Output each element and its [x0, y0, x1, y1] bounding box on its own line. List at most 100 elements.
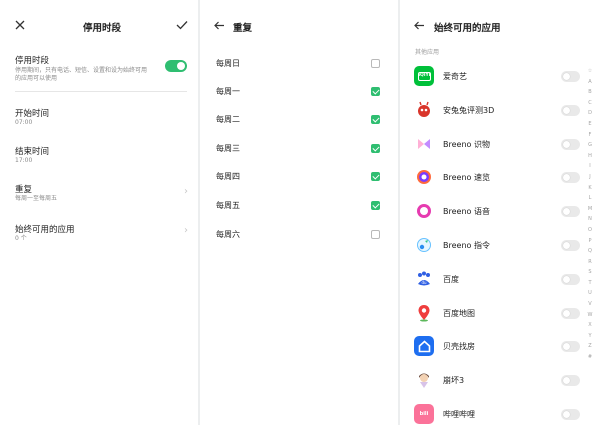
end-time-value: 17:00 — [15, 157, 33, 164]
check-icon[interactable] — [174, 17, 190, 33]
day-row[interactable]: 每周二 — [200, 113, 398, 127]
bilibili-icon: bili — [414, 404, 434, 424]
page-title: 始终可用的应用 — [434, 23, 501, 34]
app-row[interactable]: Breeno 识物 — [400, 134, 600, 158]
index-letter[interactable]: O — [586, 225, 594, 236]
app-toggle[interactable] — [561, 375, 580, 387]
repeat-row[interactable]: 重复 每周一至每周五 › — [0, 180, 198, 206]
app-name: Breeno 语音 — [443, 207, 490, 217]
schedule-panel: 停用时段 停用时段 停用期间，只有电话、短信、设置和设为始终可用 的应用可以使用… — [0, 0, 198, 425]
index-letter[interactable]: K — [586, 183, 594, 194]
day-checkbox[interactable] — [371, 115, 380, 124]
divider — [15, 91, 187, 92]
day-label: 每周二 — [216, 115, 240, 124]
day-row[interactable]: 每周日 — [200, 57, 398, 71]
index-letter[interactable]: R — [586, 257, 594, 268]
app-row[interactable]: du 百度 — [400, 269, 600, 293]
day-checkbox[interactable] — [371, 172, 380, 181]
app-toggle[interactable] — [561, 409, 580, 420]
day-label: 每周日 — [216, 59, 240, 68]
always-apps-row[interactable]: 始终可用的应用 0 个 › — [0, 220, 198, 246]
app-toggle[interactable] — [561, 307, 580, 319]
beike-icon — [414, 336, 434, 357]
app-row[interactable]: 崩坏3 — [400, 370, 600, 394]
always-apps-panel: 始终可用的应用 其他应用 iQIYI 爱奇艺 安兔兔评测3D Breeno 识物 Bre… — [400, 0, 600, 425]
index-letter[interactable]: F — [586, 130, 594, 141]
start-time-value: 07:00 — [15, 119, 33, 126]
index-letter[interactable]: G — [586, 140, 594, 151]
day-checkbox[interactable] — [371, 144, 380, 153]
app-name: 崩坏3 — [443, 376, 465, 386]
app-toggle[interactable] — [561, 104, 580, 116]
index-letter[interactable]: J — [586, 172, 594, 183]
day-row[interactable]: 每周六 — [200, 228, 398, 242]
index-letter[interactable]: H — [586, 151, 594, 162]
day-checkbox[interactable] — [371, 59, 380, 68]
index-letter[interactable]: V — [586, 299, 594, 310]
day-checkbox[interactable] — [371, 87, 380, 96]
day-row[interactable]: 每周一 — [200, 85, 398, 99]
index-letter[interactable]: B — [586, 87, 594, 98]
end-time-row[interactable]: 结束时间 17:00 — [0, 142, 198, 168]
index-letter[interactable]: A — [586, 77, 594, 88]
index-letter[interactable]: X — [586, 320, 594, 331]
app-row[interactable]: 百度地图 — [400, 303, 600, 327]
day-row[interactable]: 每周三 — [200, 142, 398, 156]
index-letter[interactable]: ☆ — [586, 66, 594, 77]
app-toggle[interactable] — [561, 341, 580, 353]
app-name: Breeno 识物 — [443, 139, 490, 149]
app-toggle[interactable] — [561, 172, 580, 184]
index-letter[interactable]: Q — [586, 246, 594, 257]
breeno-voice-icon — [414, 201, 434, 221]
index-letter[interactable]: E — [586, 119, 594, 130]
app-name: Breeno 指令 — [443, 241, 490, 250]
app-toggle[interactable] — [561, 206, 580, 218]
index-letter[interactable]: U — [586, 288, 594, 299]
app-row[interactable]: iQIYI 爱奇艺 — [400, 66, 600, 90]
page-title: 重复 — [233, 23, 253, 34]
index-letter[interactable]: D — [586, 108, 594, 119]
app-row[interactable]: 安兔兔评测3D — [400, 100, 600, 124]
app-row[interactable]: Breeno 指令 — [400, 235, 600, 259]
day-checkbox[interactable] — [371, 201, 380, 210]
index-letter[interactable]: I — [586, 161, 594, 172]
app-name: 爱奇艺 — [443, 72, 467, 81]
arrow-left-icon[interactable] — [411, 17, 427, 33]
app-row[interactable]: Breeno 语音 — [400, 201, 600, 225]
index-letter[interactable]: T — [586, 278, 594, 289]
day-checkbox[interactable] — [371, 230, 380, 239]
app-toggle[interactable] — [561, 71, 580, 82]
app-toggle[interactable] — [561, 240, 580, 251]
index-letter[interactable]: S — [586, 267, 594, 278]
schedule-toggle-row[interactable]: 停用时段 停用期间，只有电话、短信、设置和设为始终可用 的应用可以使用 — [0, 50, 198, 92]
app-name: 百度 — [443, 274, 459, 284]
app-row[interactable]: 贝壳找房 — [400, 336, 600, 360]
index-letter[interactable]: N — [586, 214, 594, 225]
index-letter[interactable]: Z — [586, 341, 594, 352]
breeno-glance-icon — [414, 167, 434, 187]
app-row[interactable]: Breeno 速览 — [400, 167, 600, 191]
index-letter[interactable]: W — [586, 310, 594, 321]
index-letter[interactable]: P — [586, 236, 594, 247]
app-row[interactable]: bili 哔哩哔哩 — [400, 404, 600, 425]
chevron-right-icon: › — [184, 186, 188, 197]
app-toggle[interactable] — [561, 273, 580, 285]
index-letter[interactable]: M — [586, 204, 594, 215]
app-toggle[interactable] — [561, 138, 580, 150]
close-icon[interactable] — [12, 17, 28, 33]
schedule-toggle-switch[interactable] — [165, 60, 187, 72]
index-letter[interactable]: Y — [586, 331, 594, 342]
app-name: 贝壳找房 — [443, 342, 475, 352]
day-label: 每周六 — [216, 230, 240, 239]
antutu-icon — [414, 100, 434, 120]
index-letter[interactable]: # — [586, 352, 594, 363]
alphabet-index[interactable]: ☆ A B C D E F G H I J K L M N O P Q R S T U V W X Y Z # — [586, 66, 594, 363]
day-row[interactable]: 每周五 — [200, 199, 398, 213]
day-label: 每周一 — [216, 87, 240, 96]
start-time-row[interactable]: 开始时间 07:00 — [0, 104, 198, 130]
index-letter[interactable]: L — [586, 193, 594, 204]
app-name: 哔哩哔哩 — [443, 410, 475, 419]
day-row[interactable]: 每周四 — [200, 170, 398, 184]
arrow-left-icon[interactable] — [211, 17, 227, 33]
index-letter[interactable]: C — [586, 98, 594, 109]
